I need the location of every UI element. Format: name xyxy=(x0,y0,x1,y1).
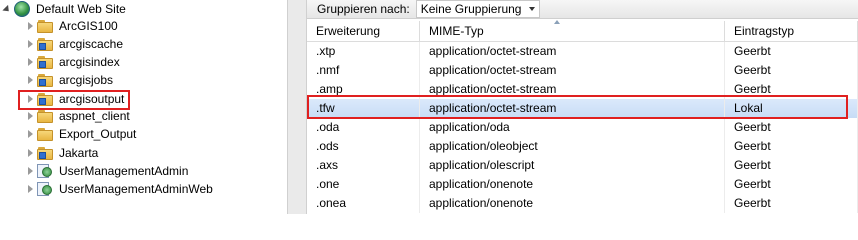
column-header-erweiterung[interactable]: Erweiterung xyxy=(307,21,420,41)
column-header-mime-typ[interactable]: MIME-Typ xyxy=(420,20,725,41)
web-app-icon xyxy=(37,181,53,197)
tree-item[interactable]: ArcGIS100 xyxy=(25,17,120,35)
cell-entry-type: Geerbt xyxy=(725,194,858,213)
mime-types-pane: Gruppieren nach: Keine Gruppierung Erwei… xyxy=(307,0,858,214)
app-folder-icon xyxy=(37,146,53,160)
cell-mime-type: application/onenote xyxy=(420,175,725,194)
tree-item-label: arcgiscache xyxy=(59,37,124,51)
group-by-dropdown[interactable]: Keine Gruppierung xyxy=(415,0,541,18)
cell-mime-type: application/oda xyxy=(420,118,725,137)
cell-mime-type: application/olescript xyxy=(420,156,725,175)
tree-root-label: Default Web Site xyxy=(36,2,126,16)
table-row[interactable]: .ods application/oleobject Geerbt xyxy=(307,137,858,156)
mime-table-body: .xtp application/octet-stream Geerbt .nm… xyxy=(307,42,858,213)
cell-extension: .one xyxy=(307,175,420,194)
cell-entry-type: Geerbt xyxy=(725,175,858,194)
app-folder-icon xyxy=(37,73,53,87)
table-row[interactable]: .oda application/oda Geerbt xyxy=(307,118,858,137)
tree-item-label: ArcGIS100 xyxy=(59,19,118,33)
collapsed-arrow-icon[interactable] xyxy=(25,17,35,35)
highlight-box-tree xyxy=(18,90,130,110)
collapsed-arrow-icon[interactable] xyxy=(25,162,35,180)
table-row[interactable]: .xtp application/octet-stream Geerbt xyxy=(307,42,858,61)
table-row[interactable]: .one application/onenote Geerbt xyxy=(307,175,858,194)
cell-extension: .oda xyxy=(307,118,420,137)
group-by-label: Gruppieren nach: xyxy=(317,2,410,16)
group-by-value: Keine Gruppierung xyxy=(420,2,522,16)
cell-mime-type: application/octet-stream xyxy=(420,42,725,61)
collapsed-arrow-icon[interactable] xyxy=(25,71,35,89)
tree-item[interactable]: Export_Output xyxy=(25,125,138,143)
cell-extension: .onea xyxy=(307,194,420,213)
cell-mime-type: application/onenote xyxy=(420,194,725,213)
site-tree: Default Web Site ArcGIS100 arcgiscache a… xyxy=(0,0,287,214)
table-row[interactable]: .axs application/olescript Geerbt xyxy=(307,156,858,175)
cell-extension: .ods xyxy=(307,137,420,156)
cell-entry-type: Geerbt xyxy=(725,137,858,156)
collapsed-arrow-icon[interactable] xyxy=(25,53,35,71)
app-folder-icon xyxy=(37,37,53,51)
group-by-bar: Gruppieren nach: Keine Gruppierung xyxy=(307,0,858,19)
sort-ascending-icon xyxy=(554,20,560,24)
cell-entry-type: Geerbt xyxy=(725,156,858,175)
table-header: Erweiterung MIME-Typ Eintragstyp xyxy=(307,20,858,42)
collapsed-arrow-icon[interactable] xyxy=(25,35,35,53)
tree-item-label: Export_Output xyxy=(59,127,137,141)
cell-entry-type: Geerbt xyxy=(725,61,858,80)
tree-item-label: Jakarta xyxy=(59,146,99,160)
folder-icon xyxy=(37,19,53,33)
column-header-label: MIME-Typ xyxy=(429,24,484,38)
web-app-icon xyxy=(37,163,53,179)
collapsed-arrow-icon[interactable] xyxy=(25,125,35,143)
cell-extension: .nmf xyxy=(307,61,420,80)
collapsed-arrow-icon[interactable] xyxy=(25,180,35,198)
expand-arrow-icon[interactable] xyxy=(2,0,12,18)
tree-item[interactable]: arcgiscache xyxy=(25,35,125,53)
cell-mime-type: application/octet-stream xyxy=(420,61,725,80)
folder-icon xyxy=(37,109,53,123)
cell-entry-type: Geerbt xyxy=(725,118,858,137)
cell-extension: .axs xyxy=(307,156,420,175)
column-header-eintragstyp[interactable]: Eintragstyp xyxy=(725,21,858,41)
tree-item[interactable]: UserManagementAdminWeb xyxy=(25,180,215,198)
cell-mime-type: application/oleobject xyxy=(420,137,725,156)
tree-item[interactable]: arcgisindex xyxy=(25,53,122,71)
pane-splitter[interactable] xyxy=(287,0,307,214)
globe-icon xyxy=(14,1,30,17)
highlight-box-row xyxy=(307,95,848,119)
tree-item-label: arcgisindex xyxy=(59,55,120,69)
tree-item-label: UserManagementAdmin xyxy=(59,164,189,178)
tree-item[interactable]: UserManagementAdmin xyxy=(25,162,190,180)
folder-icon xyxy=(37,127,53,141)
table-row[interactable]: .onea application/onenote Geerbt xyxy=(307,194,858,213)
app-folder-icon xyxy=(37,55,53,69)
tree-item[interactable]: arcgisjobs xyxy=(25,71,115,89)
tree-item-label: arcgisjobs xyxy=(59,73,114,87)
collapsed-arrow-icon[interactable] xyxy=(25,144,35,162)
dropdown-caret-icon xyxy=(529,7,536,11)
cell-extension: .xtp xyxy=(307,42,420,61)
tree-item-label: UserManagementAdminWeb xyxy=(59,182,213,196)
tree-item[interactable]: Jakarta xyxy=(25,144,100,162)
cell-entry-type: Geerbt xyxy=(725,42,858,61)
tree-root-default-web-site[interactable]: Default Web Site xyxy=(2,0,128,18)
table-row[interactable]: .nmf application/octet-stream Geerbt xyxy=(307,61,858,80)
